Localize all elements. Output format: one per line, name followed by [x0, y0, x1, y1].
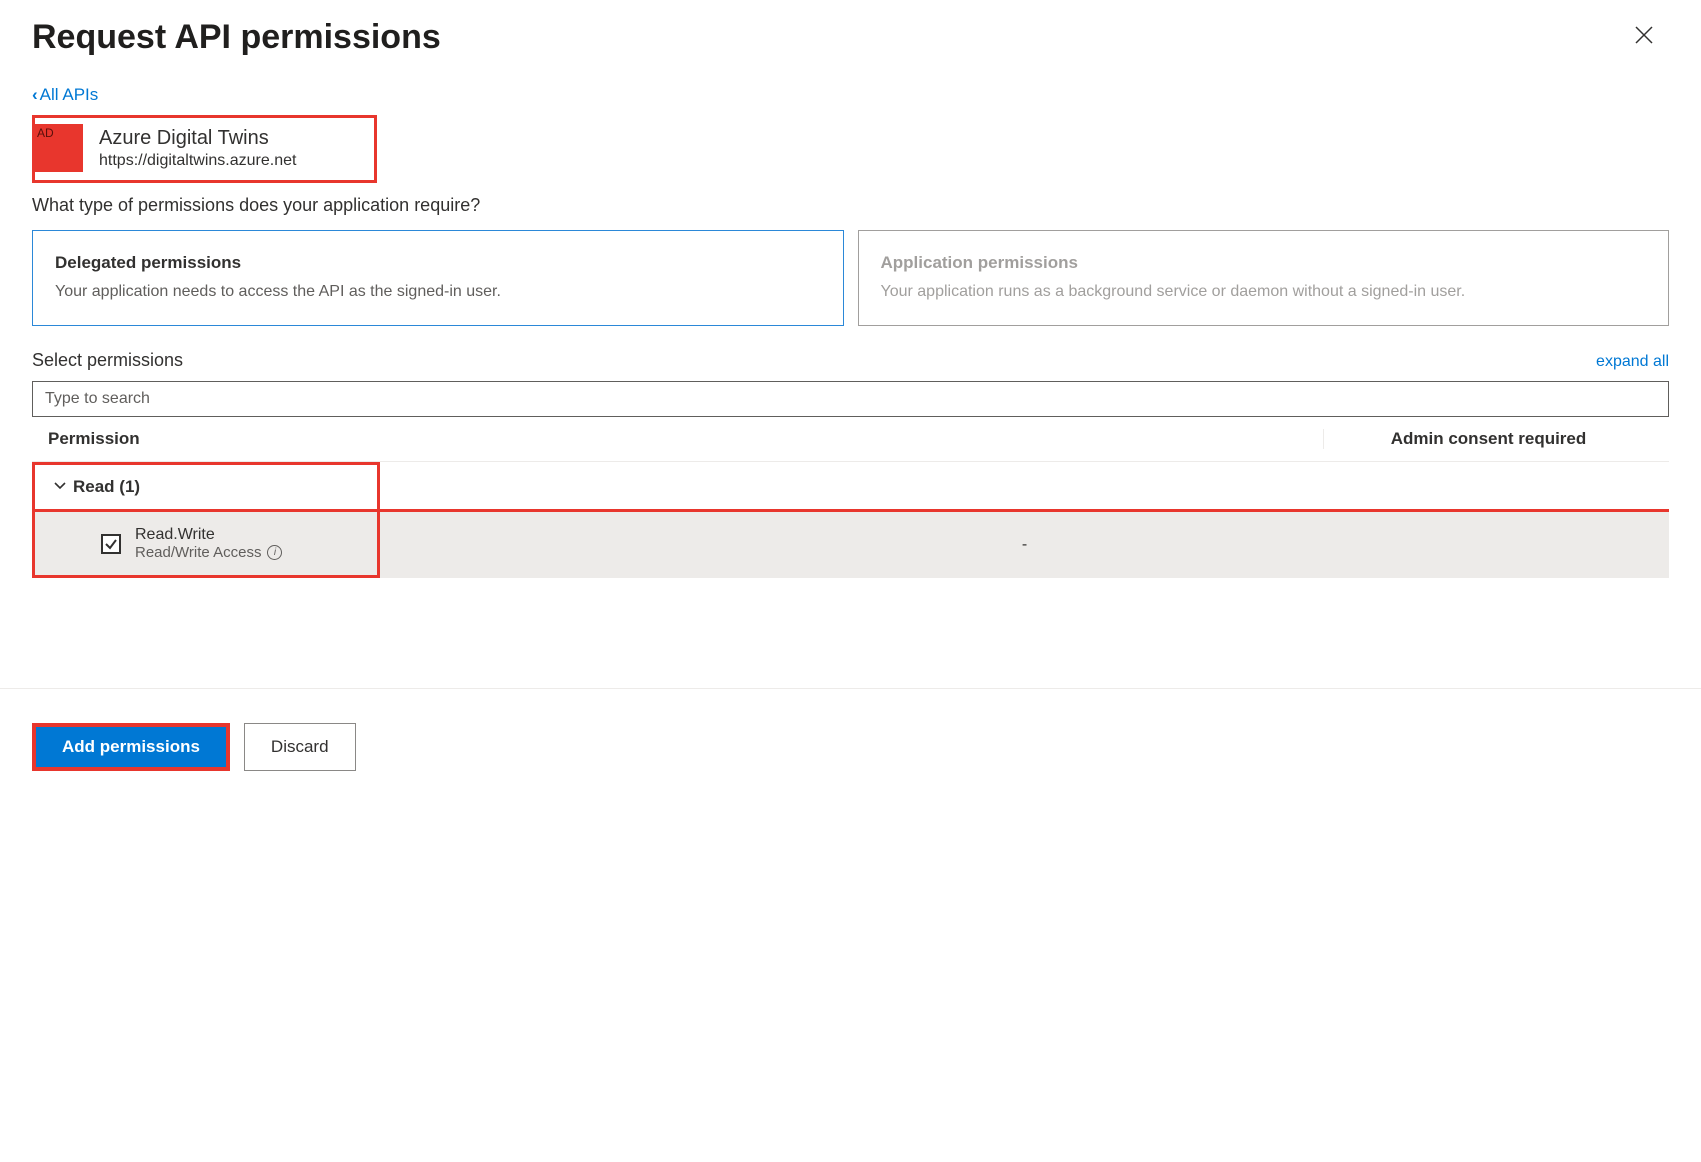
close-icon[interactable] — [1627, 18, 1661, 56]
highlighted-permission-block: Read (1) — [32, 462, 380, 512]
delegated-permissions-card[interactable]: Delegated permissions Your application n… — [32, 230, 844, 326]
breadcrumb-all-apis[interactable]: ‹ All APIs — [32, 85, 98, 105]
chevron-down-icon — [53, 477, 67, 497]
search-input[interactable] — [32, 381, 1669, 417]
discard-button[interactable]: Discard — [244, 723, 356, 771]
permissions-table-header: Permission Admin consent required — [32, 417, 1669, 462]
api-header-block: AD Azure Digital Twins https://digitaltw… — [32, 115, 377, 183]
permission-desc: Read/Write Access — [135, 544, 261, 561]
api-name: Azure Digital Twins — [99, 127, 296, 150]
delegated-card-title: Delegated permissions — [55, 253, 821, 273]
select-permissions-label: Select permissions — [32, 350, 183, 371]
api-icon: AD — [35, 124, 83, 172]
api-url: https://digitaltwins.azure.net — [99, 152, 296, 170]
breadcrumb-label: All APIs — [40, 85, 99, 105]
application-permissions-card[interactable]: Application permissions Your application… — [858, 230, 1670, 326]
footer-bar: Add permissions Discard — [0, 688, 1701, 805]
permission-group-label: Read (1) — [73, 477, 140, 497]
column-permission: Permission — [48, 429, 1323, 449]
permission-checkbox[interactable] — [101, 534, 121, 554]
permission-type-question: What type of permissions does your appli… — [32, 195, 1669, 216]
permission-name: Read.Write — [135, 526, 282, 544]
permission-item-row[interactable]: Read.Write Read/Write Access i — [35, 512, 377, 575]
application-card-title: Application permissions — [881, 253, 1647, 273]
permission-group-read[interactable]: Read (1) — [35, 465, 377, 509]
chevron-left-icon: ‹ — [32, 85, 38, 105]
info-icon[interactable]: i — [267, 545, 282, 560]
column-admin-consent: Admin consent required — [1323, 429, 1653, 449]
admin-consent-value: - — [380, 512, 1669, 578]
add-permissions-highlight: Add permissions — [32, 723, 230, 771]
add-permissions-button[interactable]: Add permissions — [36, 727, 226, 767]
expand-all-link[interactable]: expand all — [1596, 353, 1669, 371]
application-card-desc: Your application runs as a background se… — [881, 281, 1647, 303]
page-title: Request API permissions — [32, 18, 441, 57]
delegated-card-desc: Your application needs to access the API… — [55, 281, 821, 303]
